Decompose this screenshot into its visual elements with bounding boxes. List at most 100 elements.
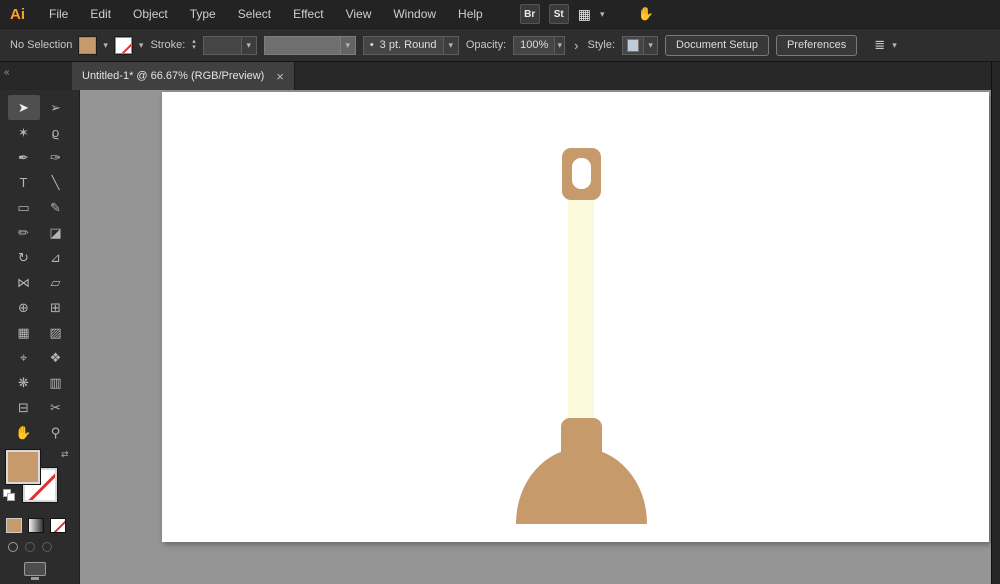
curvature-tool[interactable]: ✑ bbox=[40, 145, 72, 170]
magic-wand-tool[interactable]: ✶ bbox=[8, 120, 40, 145]
stroke-weight-stepper[interactable]: ▴ ▾ bbox=[192, 38, 196, 51]
chevron-down-icon[interactable]: ▾ bbox=[139, 40, 144, 51]
plunger-stick-shape[interactable] bbox=[568, 196, 594, 450]
stroke-weight-dropdown[interactable]: ▾ bbox=[202, 35, 257, 55]
gradient-tool[interactable]: ▨ bbox=[40, 320, 72, 345]
fill-swatch[interactable] bbox=[6, 450, 40, 484]
rectangle-tool[interactable]: ▭ bbox=[8, 195, 40, 220]
menu-help[interactable]: Help bbox=[447, 7, 494, 21]
fill-color-swatch[interactable] bbox=[79, 36, 97, 54]
menu-list: File Edit Object Type Select Effect View Window… bbox=[38, 0, 494, 28]
artboard[interactable] bbox=[162, 92, 989, 542]
draw-behind-icon[interactable] bbox=[25, 542, 35, 552]
control-bar: No Selection ▾ ▾ Stroke: ▴ ▾ ▾ ▾ • 3 pt.… bbox=[0, 28, 1000, 62]
opacity-field[interactable]: 100% ▾ bbox=[513, 35, 566, 55]
draw-inside-icon[interactable] bbox=[42, 542, 52, 552]
document-tab[interactable]: Untitled-1* @ 66.67% (RGB/Preview) × bbox=[72, 62, 295, 90]
default-fill-stroke-icon[interactable] bbox=[3, 489, 17, 501]
type-tool[interactable]: T bbox=[8, 170, 40, 195]
preferences-button[interactable]: Preferences bbox=[775, 34, 858, 56]
touch-hand-icon[interactable]: ✋ bbox=[638, 6, 654, 22]
scale-tool[interactable]: ⊿ bbox=[40, 245, 72, 270]
mesh-tool[interactable]: ▦ bbox=[8, 320, 40, 345]
none-button[interactable] bbox=[50, 518, 66, 533]
graphic-style-dropdown[interactable]: ▾ bbox=[622, 35, 659, 55]
menu-file[interactable]: File bbox=[38, 7, 79, 21]
menu-type[interactable]: Type bbox=[179, 7, 227, 21]
menu-bar: Ai File Edit Object Type Select Effect View Win… bbox=[0, 0, 1000, 28]
chevron-down-icon[interactable]: ▾ bbox=[554, 36, 565, 54]
selection-tool[interactable]: ➤ bbox=[7, 95, 40, 120]
stroke-color-swatch[interactable] bbox=[114, 36, 132, 54]
blend-tool[interactable]: ❖ bbox=[40, 345, 72, 370]
brush-definition-dropdown[interactable]: • 3 pt. Round ▾ bbox=[362, 35, 459, 55]
chevron-down-icon[interactable]: ▾ bbox=[442, 36, 458, 54]
chevron-down-icon[interactable]: ▾ bbox=[892, 40, 897, 51]
workspace-switcher-icon[interactable]: ▦ bbox=[578, 6, 591, 23]
chevron-down-icon[interactable]: ▾ bbox=[240, 36, 256, 54]
brush-bullet-icon: • bbox=[369, 39, 374, 51]
document-tab-bar: « Untitled-1* @ 66.67% (RGB/Preview) × bbox=[0, 62, 1000, 90]
paintbrush-tool[interactable]: ✎ bbox=[40, 195, 72, 220]
illustrator-logo: Ai bbox=[10, 5, 25, 23]
stroke-panel-link[interactable]: Stroke: bbox=[150, 39, 185, 51]
opacity-value: 100% bbox=[520, 39, 549, 51]
pen-tool[interactable]: ✒ bbox=[8, 145, 40, 170]
align-panel-icon[interactable]: ≣ bbox=[874, 37, 885, 53]
canvas-pasteboard[interactable] bbox=[80, 90, 991, 584]
screen-mode-icon[interactable] bbox=[24, 562, 46, 580]
selection-status: No Selection bbox=[10, 39, 73, 51]
menu-window[interactable]: Window bbox=[382, 7, 447, 21]
menu-effect[interactable]: Effect bbox=[282, 7, 334, 21]
close-icon[interactable]: × bbox=[276, 70, 284, 83]
eraser-tool[interactable]: ◪ bbox=[40, 220, 72, 245]
collapse-panel-icon[interactable]: « bbox=[4, 67, 10, 78]
stock-button[interactable]: St bbox=[548, 4, 569, 24]
drawing-mode-buttons bbox=[8, 542, 52, 552]
menu-object[interactable]: Object bbox=[122, 7, 179, 21]
opacity-flyout-arrow-icon[interactable]: › bbox=[572, 38, 580, 53]
menu-bar-right-group: Br St ▦ ▾ ✋ bbox=[519, 4, 654, 24]
symbol-sprayer-tool[interactable]: ❋ bbox=[8, 370, 40, 395]
style-panel-link[interactable]: Style: bbox=[588, 39, 616, 51]
chevron-down-icon[interactable]: ▾ bbox=[103, 40, 108, 51]
eyedropper-tool[interactable]: ⌖ bbox=[8, 345, 40, 370]
tools-grid: ➤ ➢ ✶ ϱ ✒ ✑ T ╲ ▭ ✎ ✏ ◪ ↻ ⊿ ⋈ ▱ ⊕ ⊞ ▦ ▨ … bbox=[0, 90, 79, 445]
menu-select[interactable]: Select bbox=[227, 7, 282, 21]
stepper-down-icon[interactable]: ▾ bbox=[192, 44, 196, 51]
draw-normal-icon[interactable] bbox=[8, 542, 18, 552]
collapsed-panel-dock[interactable] bbox=[991, 62, 1000, 584]
plunger-handle-hole-shape[interactable] bbox=[572, 158, 591, 189]
document-setup-button[interactable]: Document Setup bbox=[665, 34, 769, 56]
chevron-down-icon[interactable]: ▾ bbox=[643, 36, 658, 54]
width-tool[interactable]: ⋈ bbox=[8, 270, 40, 295]
slice-tool[interactable]: ✂ bbox=[40, 395, 72, 420]
plunger-cup-dome-shape[interactable] bbox=[516, 448, 647, 524]
line-segment-tool[interactable]: ╲ bbox=[40, 170, 72, 195]
column-graph-tool[interactable]: ▥ bbox=[40, 370, 72, 395]
tools-panel: ➤ ➢ ✶ ϱ ✒ ✑ T ╲ ▭ ✎ ✏ ◪ ↻ ⊿ ⋈ ▱ ⊕ ⊞ ▦ ▨ … bbox=[0, 90, 80, 584]
chevron-down-icon[interactable]: ▾ bbox=[600, 9, 605, 20]
paint-mode-buttons bbox=[6, 518, 66, 533]
shape-builder-tool[interactable]: ⊕ bbox=[8, 295, 40, 320]
document-tab-title: Untitled-1* @ 66.67% (RGB/Preview) bbox=[82, 70, 265, 82]
style-swatch bbox=[627, 38, 640, 52]
bridge-button[interactable]: Br bbox=[519, 4, 540, 24]
direct-selection-tool[interactable]: ➢ bbox=[40, 95, 72, 120]
opacity-panel-link[interactable]: Opacity: bbox=[466, 39, 506, 51]
artboard-tool[interactable]: ⊟ bbox=[8, 395, 40, 420]
zoom-tool[interactable]: ⚲ bbox=[40, 420, 72, 445]
color-button[interactable] bbox=[6, 518, 22, 533]
lasso-tool[interactable]: ϱ bbox=[40, 120, 72, 145]
rotate-tool[interactable]: ↻ bbox=[8, 245, 40, 270]
chevron-down-icon: ▾ bbox=[339, 36, 355, 54]
swap-fill-stroke-icon[interactable]: ⇄ bbox=[61, 449, 69, 460]
gradient-button[interactable] bbox=[28, 518, 44, 533]
free-transform-tool[interactable]: ▱ bbox=[40, 270, 72, 295]
variable-width-profile-dropdown: ▾ bbox=[263, 35, 356, 55]
menu-view[interactable]: View bbox=[335, 7, 383, 21]
menu-edit[interactable]: Edit bbox=[79, 7, 122, 21]
pencil-tool[interactable]: ✏ bbox=[8, 220, 40, 245]
perspective-grid-tool[interactable]: ⊞ bbox=[40, 295, 72, 320]
hand-tool[interactable]: ✋ bbox=[8, 420, 40, 445]
